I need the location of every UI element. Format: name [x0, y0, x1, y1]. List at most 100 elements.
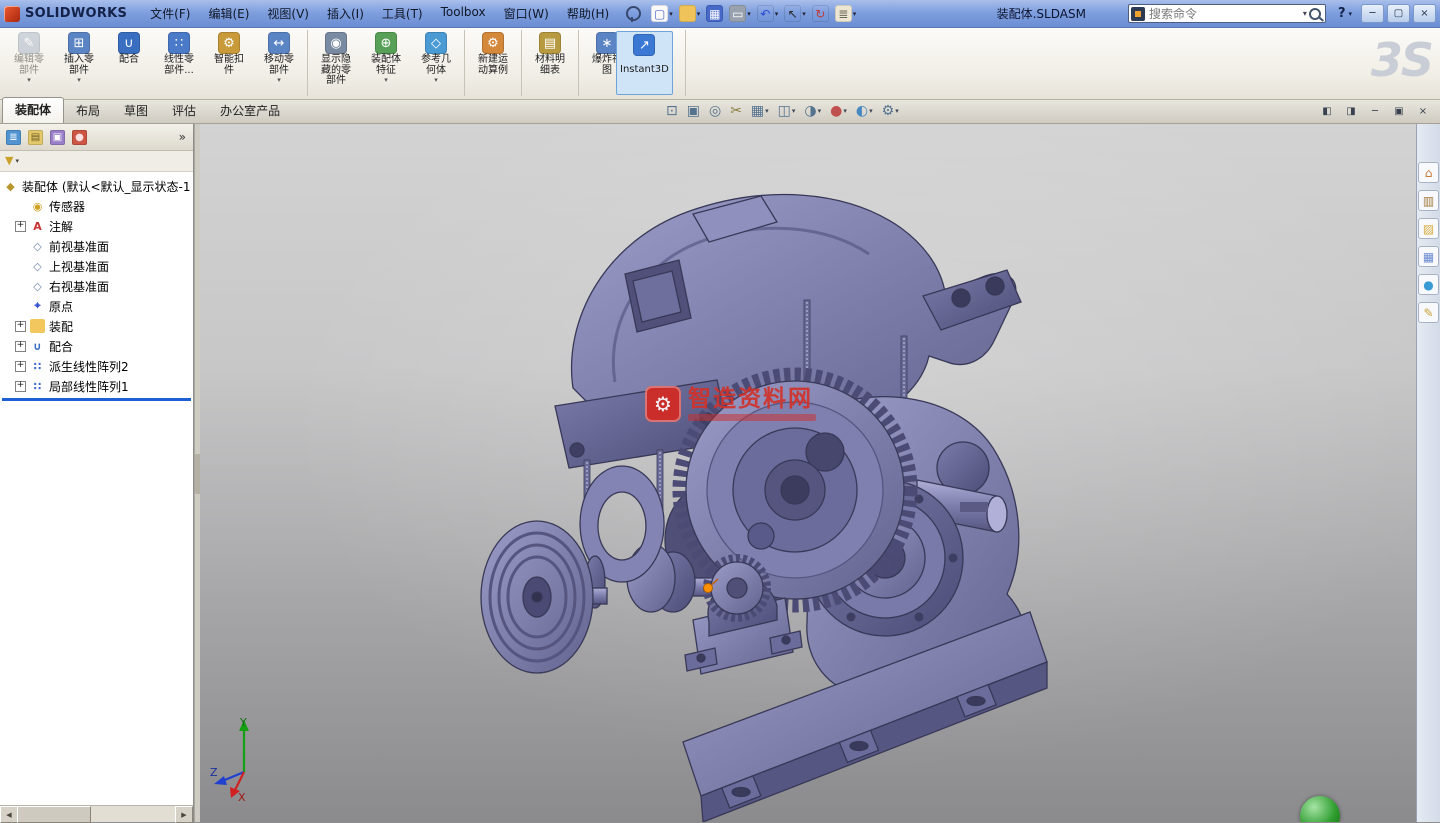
featuremanager-tab[interactable]: ≣: [4, 128, 23, 147]
tree-item-top-plane[interactable]: + ◇ 上视基准面: [0, 256, 193, 276]
doc-close-button[interactable]: ×: [1414, 104, 1432, 119]
help-dropdown-icon[interactable]: ▾: [1348, 10, 1352, 18]
view-palette-icon[interactable]: ▦: [1418, 246, 1439, 267]
tree-item-icon: [30, 319, 45, 333]
instant3d-button[interactable]: ↗ Instant3D: [616, 31, 673, 95]
rebuild-icon[interactable]: ↻ ▾: [810, 4, 831, 23]
menu-item[interactable]: Toolbox: [432, 2, 495, 25]
hide-show-items-icon[interactable]: ◑ ▾: [802, 102, 823, 120]
commandmanager-tab[interactable]: 草图: [112, 98, 160, 123]
section-view-icon[interactable]: ✂ ▾: [728, 102, 744, 120]
rollback-bar[interactable]: [2, 398, 191, 401]
display-style-icon[interactable]: ◫ ▾: [776, 102, 798, 120]
tree-item-origin[interactable]: + ⌖ 原点: [0, 296, 193, 316]
view-settings-icon[interactable]: ⚙ ▾: [880, 102, 901, 120]
commandmanager-tab[interactable]: 评估: [160, 98, 208, 123]
expand-icon[interactable]: +: [15, 381, 26, 392]
doc-minimize-button[interactable]: ─: [1366, 104, 1384, 119]
gearbox-assembly-model[interactable]: [455, 150, 1215, 822]
commandmanager-tab[interactable]: 办公室产品: [208, 98, 292, 123]
home-icon[interactable]: ⌂: [1418, 162, 1439, 183]
undo-icon[interactable]: ↶ ▾: [755, 4, 781, 23]
zoom-area-icon[interactable]: ▣ ▾: [685, 102, 702, 120]
tree-item-derived-linear-pattern[interactable]: + ∷ 派生线性阵列2: [0, 356, 193, 376]
edit-appearance-icon[interactable]: ● ▾: [828, 102, 849, 120]
dock-right-button[interactable]: ◨: [1342, 104, 1360, 119]
panel-chevron[interactable]: »: [176, 130, 189, 144]
open-icon[interactable]: ▾: [677, 4, 703, 23]
scroll-right-button[interactable]: ▶: [175, 806, 193, 823]
doc-restore-button[interactable]: ▣: [1390, 104, 1408, 119]
tree-root-assembly[interactable]: ◆ 装配体 (默认<默认_显示状态-1: [0, 176, 193, 196]
tree-item-sensors[interactable]: + ◉ 传感器: [0, 196, 193, 216]
tree-item-front-plane[interactable]: + ◇ 前视基准面: [0, 236, 193, 256]
displaymanager-tab[interactable]: ●: [70, 128, 89, 147]
new-motion-study-button[interactable]: ⚙ 新建运 动算例 ▾: [468, 30, 522, 96]
menu-item[interactable]: 插入(I): [318, 2, 373, 25]
show-hidden-components-button[interactable]: ◉ 显示隐 藏的零 部件 ▾: [311, 30, 361, 96]
linear-component-pattern-button[interactable]: ∷ 线性零 部件... ▾: [154, 30, 204, 96]
expand-icon[interactable]: +: [15, 321, 26, 332]
print-icon[interactable]: ▭ ▾: [727, 4, 753, 23]
bill-of-materials-button[interactable]: ▤ 材料明 细表 ▾: [525, 30, 579, 96]
panel-horizontal-scrollbar[interactable]: ◀ ▶: [0, 805, 193, 822]
maximize-button[interactable]: ▢: [1387, 4, 1410, 23]
previous-view-icon[interactable]: ◎ ▾: [707, 102, 723, 120]
move-component-button[interactable]: ↔ 移动零 部件 ▾: [254, 30, 308, 96]
configurationmanager-tab[interactable]: ▣: [48, 128, 67, 147]
design-library-icon[interactable]: ▥: [1418, 190, 1439, 211]
triad-x-label: X: [238, 791, 246, 802]
help-button[interactable]: ?: [1338, 6, 1346, 21]
titlebar: SOLIDWORKS 文件(F) 编辑(E) 视图(V) 插入(I) 工具(T)…: [0, 0, 1440, 28]
dock-left-button[interactable]: ◧: [1318, 104, 1336, 119]
file-properties-icon[interactable]: ≣ ▾: [833, 4, 859, 23]
filter-icon[interactable]: ▼: [5, 155, 13, 167]
edit-component-button[interactable]: ✎ 编辑零 部件 ▾: [4, 30, 54, 96]
save-icon[interactable]: ▦ ▾: [704, 4, 725, 23]
custom-properties-icon[interactable]: ✎: [1418, 302, 1439, 323]
expand-icon[interactable]: +: [15, 361, 26, 372]
close-button[interactable]: ×: [1413, 4, 1436, 23]
tree-item-right-plane[interactable]: + ◇ 右视基准面: [0, 276, 193, 296]
insert-components-button[interactable]: ⊞ 插入零 部件 ▾: [54, 30, 104, 96]
view-orientation-icon[interactable]: ▦ ▾: [749, 102, 771, 120]
tree-item-annotations[interactable]: + A 注解: [0, 216, 193, 236]
watermark: ⚙ 智造资料网: [645, 386, 816, 422]
menu-pin-icon[interactable]: [626, 6, 641, 21]
tree-item-mates[interactable]: + ∪ 配合: [0, 336, 193, 356]
menu-item[interactable]: 工具(T): [373, 2, 432, 25]
dropdown-arrow-icon: ▾: [697, 10, 701, 18]
expand-icon[interactable]: +: [15, 341, 26, 352]
apply-scene-icon[interactable]: ◐ ▾: [854, 102, 875, 120]
dropdown-arrow-icon: ▾: [818, 107, 822, 115]
search-scope-icon[interactable]: [1131, 7, 1145, 21]
commandmanager-tab[interactable]: 装配体: [2, 97, 64, 123]
scroll-thumb[interactable]: [17, 806, 91, 823]
select-icon[interactable]: ↖ ▾: [782, 4, 808, 23]
tree-item-assembly-folder[interactable]: + 装配: [0, 316, 193, 336]
commandmanager-tab[interactable]: 布局: [64, 98, 112, 123]
triad-z-label: Z: [210, 766, 218, 779]
file-explorer-icon[interactable]: ▨: [1418, 218, 1439, 239]
minimize-button[interactable]: ─: [1361, 4, 1384, 23]
menu-item[interactable]: 帮助(H): [558, 2, 618, 25]
assembly-features-button[interactable]: ⊕ 装配体 特征 ▾: [361, 30, 411, 96]
scroll-left-button[interactable]: ◀: [0, 806, 18, 823]
smart-fasteners-button[interactable]: ⚙ 智能扣 件 ▾: [204, 30, 254, 96]
new-document-icon[interactable]: ▢ ▾: [649, 4, 675, 23]
menu-item[interactable]: 编辑(E): [199, 2, 258, 25]
search-icon[interactable]: [1307, 6, 1323, 22]
menu-item[interactable]: 视图(V): [258, 2, 318, 25]
graphics-area[interactable]: ⚙ 智造资料网 Y Z X: [200, 124, 1416, 822]
mate-button[interactable]: ∪ 配合 ▾: [104, 30, 154, 96]
search-input[interactable]: [1145, 7, 1303, 21]
performance-orb-icon[interactable]: [1300, 796, 1340, 822]
propertymanager-tab[interactable]: ▤: [26, 128, 45, 147]
tree-item-local-linear-pattern[interactable]: + ∷ 局部线性阵列1: [0, 376, 193, 396]
expand-icon[interactable]: +: [15, 221, 26, 232]
menu-item[interactable]: 文件(F): [141, 2, 199, 25]
reference-geometry-button[interactable]: ◇ 参考几 何体 ▾: [411, 30, 465, 96]
menu-item[interactable]: 窗口(W): [495, 2, 558, 25]
appearances-icon[interactable]: ●: [1418, 274, 1439, 295]
zoom-fit-icon[interactable]: ⊡ ▾: [664, 102, 680, 120]
